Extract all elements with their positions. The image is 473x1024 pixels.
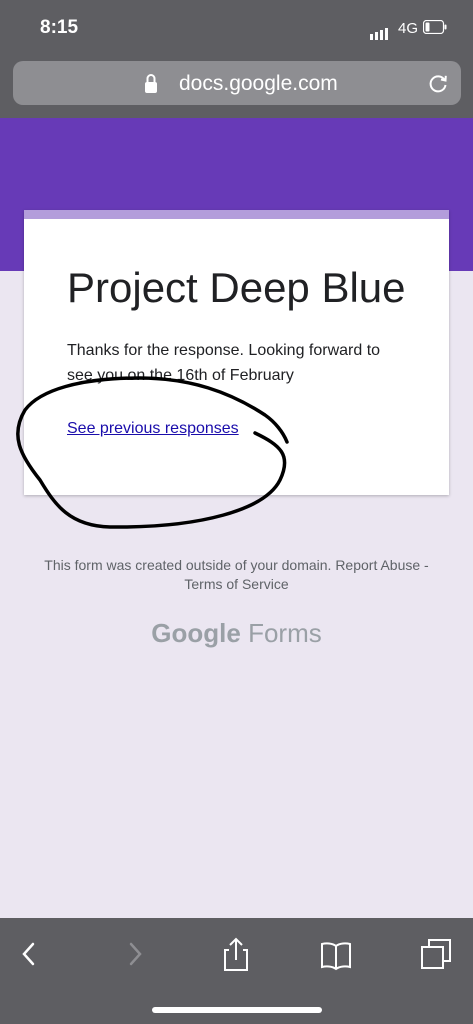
card-accent-bar [24, 210, 449, 219]
see-previous-responses-link[interactable]: See previous responses [67, 420, 239, 438]
address-bar[interactable]: docs.google.com [13, 61, 461, 105]
share-icon[interactable] [220, 936, 252, 972]
form-title: Project Deep Blue [67, 264, 406, 311]
google-forms-logo: Google Forms [0, 618, 473, 649]
back-icon[interactable] [14, 936, 46, 972]
home-indicator [152, 1007, 322, 1013]
confirmation-message: Thanks for the response. Looking forward… [67, 342, 381, 384]
form-confirmation-card: Project Deep Blue Thanks for the respons… [24, 210, 449, 495]
lock-icon [145, 74, 157, 93]
form-footer-notice: This form was created outside of your do… [44, 557, 429, 592]
google-wordmark: Google [151, 618, 241, 648]
browser-chrome: 8:15 4G docs.google.com [0, 0, 473, 118]
forms-wordmark: Forms [248, 618, 322, 648]
bookmarks-icon[interactable] [320, 936, 352, 972]
network-label: 4G [398, 20, 419, 37]
signal-icon [370, 22, 390, 40]
status-time: 8:15 [40, 17, 79, 38]
tabs-icon[interactable] [420, 936, 452, 972]
url-text: docs.google.com [179, 72, 338, 95]
reload-icon[interactable] [427, 72, 449, 94]
battery-icon [423, 20, 447, 34]
forward-icon[interactable] [118, 936, 150, 972]
browser-toolbar [0, 918, 473, 1024]
